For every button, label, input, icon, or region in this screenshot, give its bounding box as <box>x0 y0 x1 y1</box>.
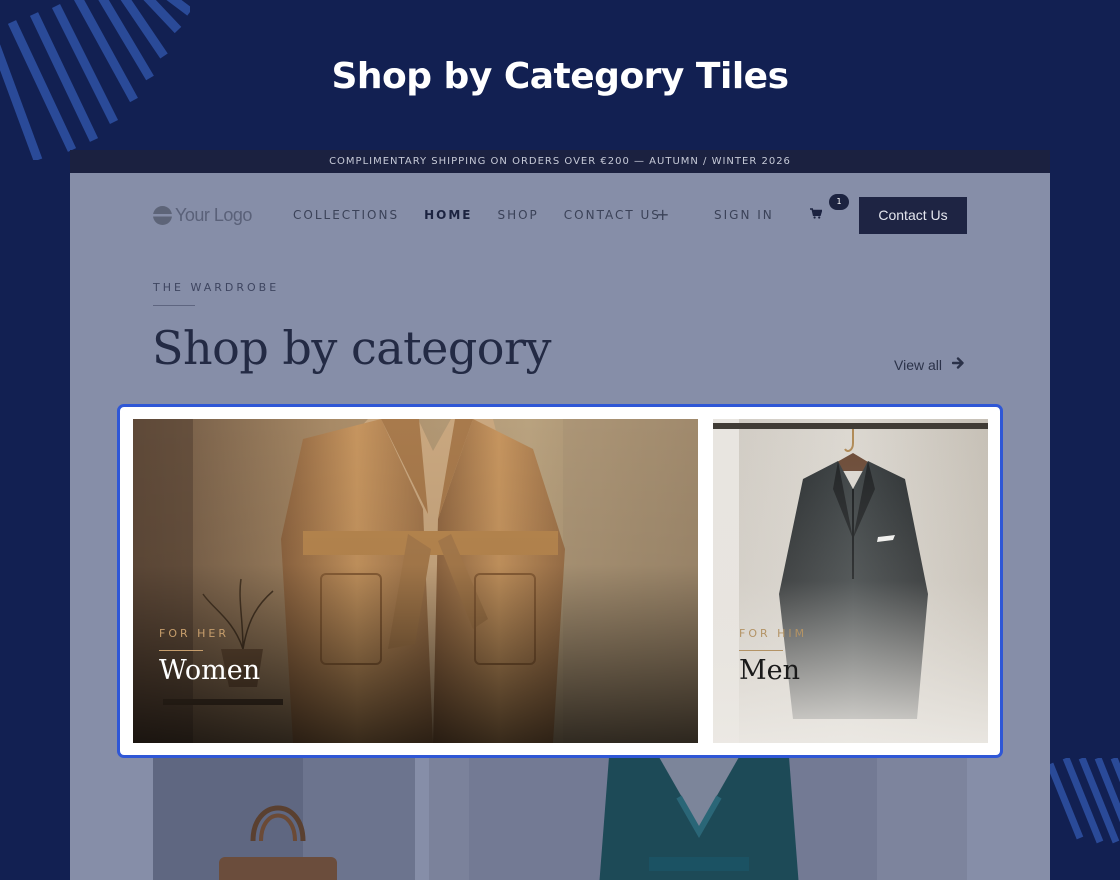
eyebrow-divider <box>153 305 195 306</box>
nav-item-shop[interactable]: SHOP <box>497 208 538 222</box>
nav-more-plus-icon[interactable]: + <box>656 205 669 224</box>
site-logo[interactable]: Your Logo <box>153 205 252 226</box>
sign-in-link[interactable]: SIGN IN <box>714 208 774 222</box>
nav-links: COLLECTIONS HOME SHOP CONTACT US <box>293 208 686 222</box>
section-eyebrow: THE WARDROBE <box>153 281 280 294</box>
decorative-stripes-bottom-right <box>1050 758 1120 848</box>
tile-label-men: FOR HIM Men <box>739 627 807 686</box>
cart-icon[interactable] <box>810 208 823 222</box>
category-tile-men[interactable]: FOR HIM Men <box>713 419 988 743</box>
tile-eyebrow: FOR HER <box>159 627 229 640</box>
tile-label-women: FOR HER Women <box>159 627 260 686</box>
logo-mark-icon <box>153 206 172 225</box>
tile-divider <box>159 650 203 651</box>
nav-item-contact-us[interactable]: CONTACT US <box>564 208 661 222</box>
category-tiles-highlight: FOR HER Women FOR HIM Men <box>117 404 1003 758</box>
logo-text: Your Logo <box>175 205 252 225</box>
tile-title: Women <box>159 655 261 686</box>
category-tile-dresses-partial[interactable] <box>429 757 967 880</box>
cart-count-badge: 1 <box>829 194 849 210</box>
contact-us-button[interactable]: Contact Us <box>859 197 967 234</box>
tile-title: Men <box>739 655 801 686</box>
view-all-link[interactable]: View all <box>894 356 964 374</box>
view-all-label: View all <box>894 357 942 373</box>
page-heading: Shop by Category Tiles <box>331 56 789 97</box>
tile-eyebrow: FOR HIM <box>739 627 808 640</box>
section-title: Shop by category <box>152 321 551 375</box>
promo-bar: COMPLIMENTARY SHIPPING ON ORDERS OVER €2… <box>70 150 1050 173</box>
category-tile-accessories-partial[interactable] <box>153 757 415 880</box>
tile-divider <box>739 650 783 651</box>
category-tile-women[interactable]: FOR HER Women <box>133 419 698 743</box>
arrow-right-icon <box>951 356 964 374</box>
nav-item-home[interactable]: HOME <box>424 208 472 222</box>
site-navbar: Your Logo COLLECTIONS HOME SHOP CONTACT … <box>70 173 1050 259</box>
nav-item-collections[interactable]: COLLECTIONS <box>293 208 399 222</box>
